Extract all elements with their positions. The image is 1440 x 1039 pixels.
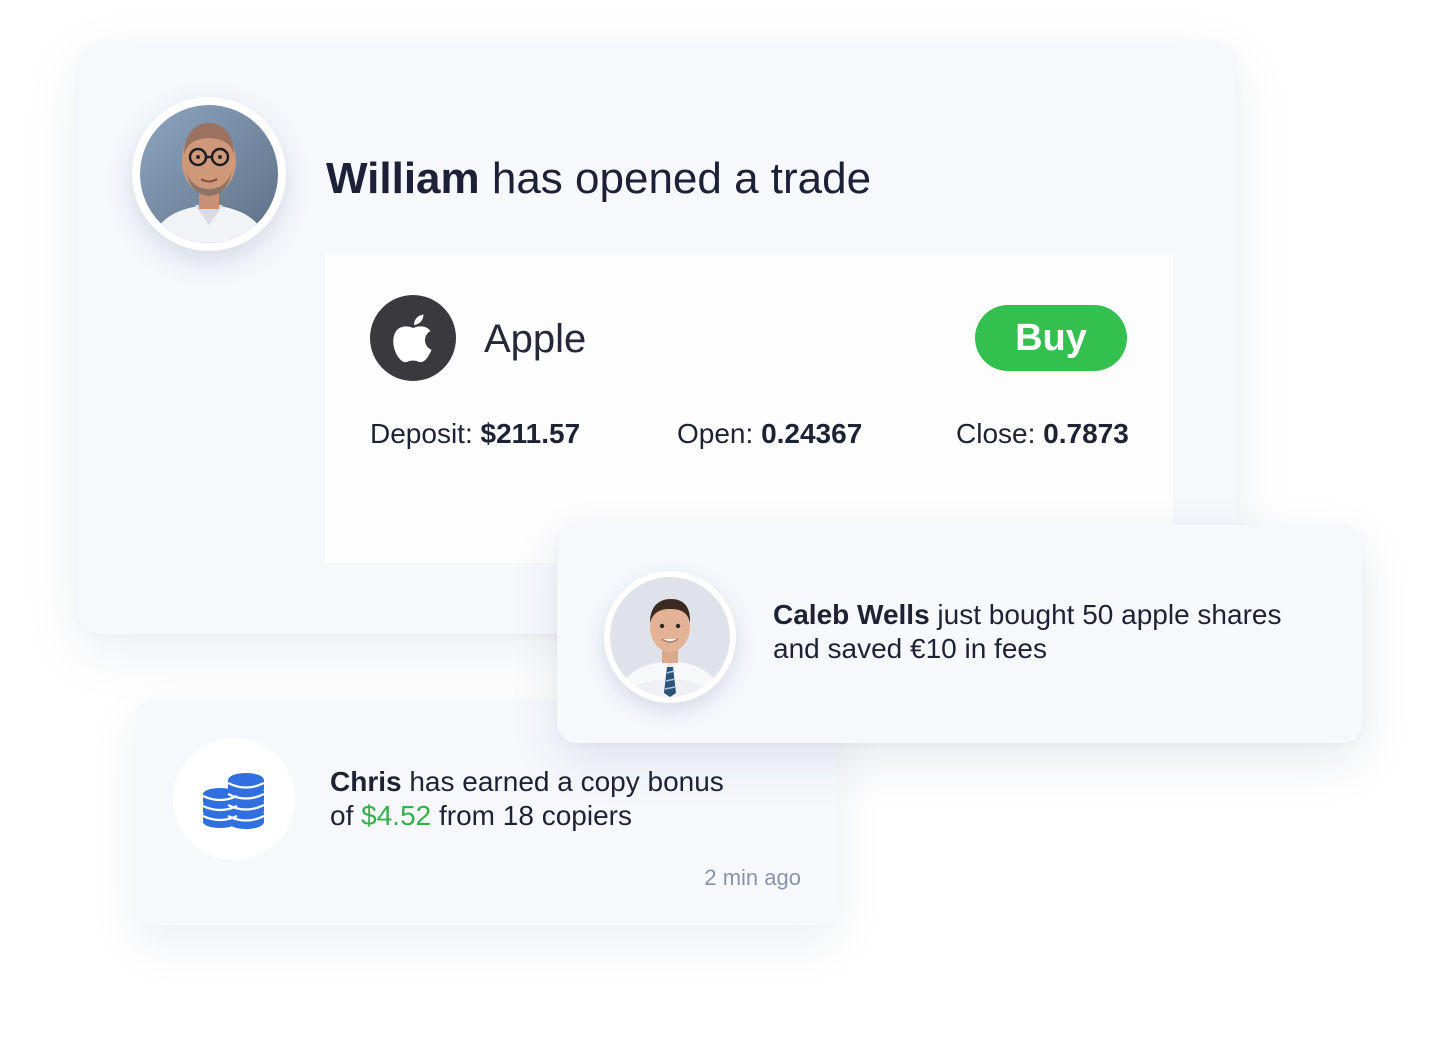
open-value: 0.24367: [761, 418, 863, 449]
caleb-avatar: [604, 571, 736, 703]
william-avatar: [132, 97, 286, 251]
bonus-line-1-text: has earned a copy bonus: [401, 766, 724, 797]
asset-name: Apple: [484, 317, 587, 361]
headline-text: has opened a trade: [479, 154, 872, 203]
bonus-amount: $4.52: [361, 800, 432, 831]
close-value: 0.7873: [1043, 418, 1129, 449]
headline-user-name: William: [326, 154, 480, 203]
apple-glyph: [393, 314, 432, 363]
bonus-line-2: of $4.52 from 18 copiers: [330, 799, 800, 833]
avatar-photo: [140, 105, 278, 243]
coins-icon: [173, 738, 295, 860]
bonus-line-2-prefix: of: [330, 800, 362, 831]
businessman-illustration: [610, 577, 730, 697]
bonus-line-1: Chris has earned a copy bonus: [330, 765, 800, 799]
avatar-photo: [610, 577, 730, 697]
close-stat: Close: 0.7873: [956, 416, 1129, 452]
man-with-glasses-illustration: [140, 105, 278, 243]
buy-button[interactable]: Buy: [975, 305, 1127, 371]
deposit-value: $211.57: [480, 418, 581, 449]
coins-stack-glyph: [202, 773, 265, 829]
apple-icon: [370, 295, 456, 381]
deposit-label: Deposit:: [370, 418, 481, 449]
bonus-message: Chris has earned a copy bonus of $4.52 f…: [330, 765, 800, 833]
bonus-line-2-suffix: from 18 copiers: [431, 800, 632, 831]
close-label: Close:: [956, 418, 1044, 449]
open-label: Open:: [677, 418, 762, 449]
activity-feed-stage: William has opened a trade Apple Buy Dep…: [0, 0, 1440, 1039]
purchase-line-2: and saved €10 in fees: [773, 633, 1047, 664]
deposit-stat: Deposit: $211.57: [370, 416, 580, 452]
open-stat: Open: 0.24367: [677, 416, 862, 452]
purchase-user-name: Caleb Wells: [773, 599, 930, 630]
purchase-message: Caleb Wells just bought 50 apple shares …: [773, 598, 1333, 666]
bonus-timestamp: 2 min ago: [704, 865, 801, 890]
purchase-line-1: Caleb Wells just bought 50 apple shares: [773, 598, 1333, 632]
bonus-user-name: Chris: [330, 766, 402, 797]
trade-headline: William has opened a trade: [326, 152, 871, 206]
purchase-line-1-text: just bought 50 apple shares: [929, 599, 1282, 630]
